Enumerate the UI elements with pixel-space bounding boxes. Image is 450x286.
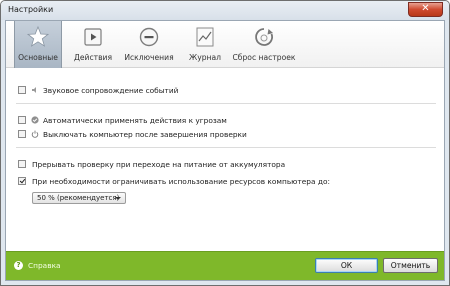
limit-resources-label: При необходимости ограничивать использов… [32, 176, 330, 186]
footer-bar: ? Справка ОК Отменить [6, 251, 444, 280]
title-bar: Настройки ✕ [1, 1, 449, 20]
limit-resources-checkbox[interactable] [18, 177, 26, 185]
close-button[interactable]: ✕ [408, 2, 443, 17]
settings-window: Настройки ✕ Основные Действия Исключения… [0, 0, 450, 286]
help-icon: ? [14, 261, 23, 270]
shutdown-checkbox[interactable] [18, 130, 26, 138]
tab-label: Журнал [189, 53, 221, 62]
tab-exclusions[interactable]: Исключения [123, 21, 175, 68]
resource-limit-value: 50 % (рекомендуется) [37, 194, 120, 202]
cancel-button[interactable]: Отменить [383, 258, 438, 273]
chart-icon [196, 27, 214, 47]
help-link[interactable]: ? Справка [14, 261, 61, 270]
tab-log[interactable]: Журнал [183, 21, 227, 68]
divider [16, 147, 436, 148]
minus-circle-icon [139, 27, 159, 47]
reset-icon [255, 28, 273, 46]
battery-option[interactable]: Прерывать проверку при переходе на питан… [18, 159, 285, 169]
divider [16, 103, 436, 104]
auto-actions-option[interactable]: Автоматически применять действия к угроз… [18, 115, 227, 125]
resource-limit-dropdown[interactable]: 50 % (рекомендуется) [32, 192, 126, 204]
sound-checkbox[interactable] [18, 86, 26, 94]
window-title: Настройки [8, 5, 54, 14]
battery-checkbox[interactable] [18, 160, 26, 168]
sound-label: Звуковое сопровождение событий [43, 85, 179, 95]
speaker-icon [32, 87, 36, 93]
play-icon [84, 28, 102, 46]
battery-label: Прерывать проверку при переходе на питан… [32, 159, 286, 169]
help-label: Справка [28, 261, 61, 270]
shield-check-icon [31, 116, 39, 124]
chevron-down-icon [115, 197, 121, 200]
sound-option[interactable]: Звуковое сопровождение событий [18, 85, 178, 95]
power-icon [31, 130, 39, 138]
tab-label: Действия [73, 53, 113, 62]
ok-button[interactable]: ОК [315, 258, 378, 273]
shutdown-option[interactable]: Выключать компьютер после завершения про… [18, 129, 247, 139]
shutdown-label: Выключать компьютер после завершения про… [43, 129, 247, 139]
auto-actions-label: Автоматически применять действия к угроз… [43, 115, 227, 125]
tab-bar: Основные Действия Исключения Журнал Сбро… [6, 21, 444, 68]
auto-actions-checkbox[interactable] [18, 116, 26, 124]
tab-actions[interactable]: Действия [69, 21, 117, 68]
settings-panel: Основные Действия Исключения Журнал Сбро… [5, 20, 445, 281]
tab-reset-settings[interactable]: Сброс настроек [232, 21, 296, 68]
tab-label: Основные [18, 53, 58, 62]
star-icon [26, 25, 50, 47]
limit-resources-option[interactable]: При необходимости ограничивать использов… [18, 176, 330, 186]
tab-general[interactable]: Основные [14, 21, 62, 68]
tab-label: Сброс настроек [232, 53, 296, 62]
tab-label: Исключения [124, 53, 174, 62]
close-icon: ✕ [421, 3, 430, 14]
